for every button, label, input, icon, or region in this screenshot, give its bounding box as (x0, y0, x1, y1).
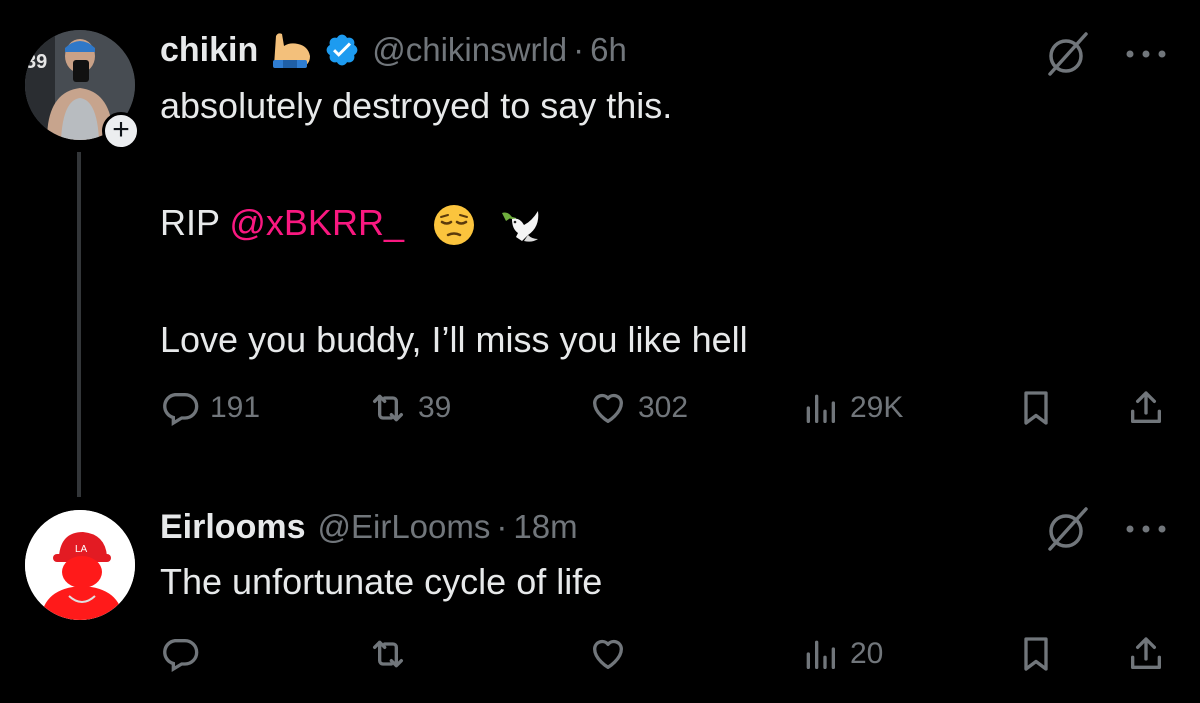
share-button[interactable] (1126, 388, 1166, 428)
handle[interactable]: @chikinswrld (372, 31, 567, 69)
mention-link[interactable]: @xBKRR_ (229, 202, 404, 243)
repost-button[interactable] (368, 634, 418, 674)
display-name[interactable]: chikin (160, 31, 258, 70)
tweet-top-actions (1044, 505, 1170, 553)
reply-button[interactable]: 191 (160, 388, 260, 428)
reply-button[interactable] (160, 634, 210, 674)
repost-icon (373, 394, 403, 422)
views-button[interactable]: 20 (800, 634, 883, 674)
views-count: 20 (850, 637, 884, 670)
tweet-header: chikin @chikinswrld · 6h (160, 28, 627, 72)
grok-icon[interactable] (1044, 30, 1092, 78)
separator: · (573, 31, 585, 68)
tweet-top-actions (1044, 30, 1170, 78)
tweet-text-line: Love you buddy, I’ll miss you like hell (160, 319, 748, 360)
flexed-biceps-icon (270, 30, 314, 70)
tweet-action-bar: 191 39 302 29K (160, 388, 1170, 438)
grok-icon[interactable] (1044, 505, 1092, 553)
thread-connector (77, 152, 81, 497)
tweet-action-bar: 20 (160, 634, 1170, 684)
share-button[interactable] (1126, 634, 1166, 674)
tweet[interactable]: LA Eirlooms @EirLooms · 18m The unfortun… (0, 470, 1200, 703)
share-icon (1131, 391, 1161, 423)
rip-text: RIP (160, 202, 230, 243)
repost-icon (373, 640, 403, 668)
repost-button[interactable]: 39 (368, 388, 451, 428)
verified-badge-icon (324, 32, 360, 68)
more-options-icon[interactable] (1122, 44, 1170, 64)
timestamp[interactable]: 6h (590, 31, 627, 69)
like-count: 302 (638, 391, 689, 424)
display-name[interactable]: Eirlooms (160, 508, 305, 547)
follow-button[interactable]: + (102, 112, 140, 150)
heart-icon (593, 393, 623, 423)
reply-icon (163, 393, 199, 426)
views-count: 29K (850, 391, 904, 424)
svg-text:LA: LA (75, 544, 88, 555)
like-button[interactable]: 302 (588, 388, 688, 428)
tweet-text-line: absolutely destroyed to say this. (160, 85, 673, 126)
timestamp[interactable]: 18m (513, 508, 577, 546)
tweet[interactable]: 39 + chikin @chikinswrld · 6h absolutely… (0, 0, 1200, 497)
separator: · (496, 508, 508, 545)
views-icon (806, 394, 835, 423)
handle[interactable]: @EirLooms (317, 508, 490, 546)
bookmark-icon (1024, 637, 1048, 671)
bookmark-icon (1024, 391, 1048, 425)
share-icon (1131, 637, 1161, 669)
reply-icon (163, 639, 199, 672)
bookmark-button[interactable] (1016, 634, 1056, 674)
tweet-text-line: The unfortunate cycle of life (160, 561, 603, 602)
like-button[interactable] (588, 634, 638, 674)
reply-count: 191 (210, 391, 261, 424)
views-button[interactable]: 29K (800, 388, 903, 428)
svg-text:39: 39 (25, 51, 47, 73)
thread-view: 39 + chikin @chikinswrld · 6h absolutely… (0, 0, 1200, 703)
more-options-icon[interactable] (1122, 519, 1170, 539)
bookmark-button[interactable] (1016, 388, 1056, 428)
views-icon (806, 640, 835, 669)
dove-emoji (498, 203, 542, 247)
tweet-header: Eirlooms @EirLooms · 18m (160, 505, 578, 549)
repost-count: 39 (418, 391, 452, 424)
pensive-face-emoji (432, 203, 476, 247)
tweet-text-line: RIP @xBKRR_ (160, 201, 542, 247)
heart-icon (593, 639, 623, 669)
avatar[interactable]: LA (25, 510, 135, 620)
